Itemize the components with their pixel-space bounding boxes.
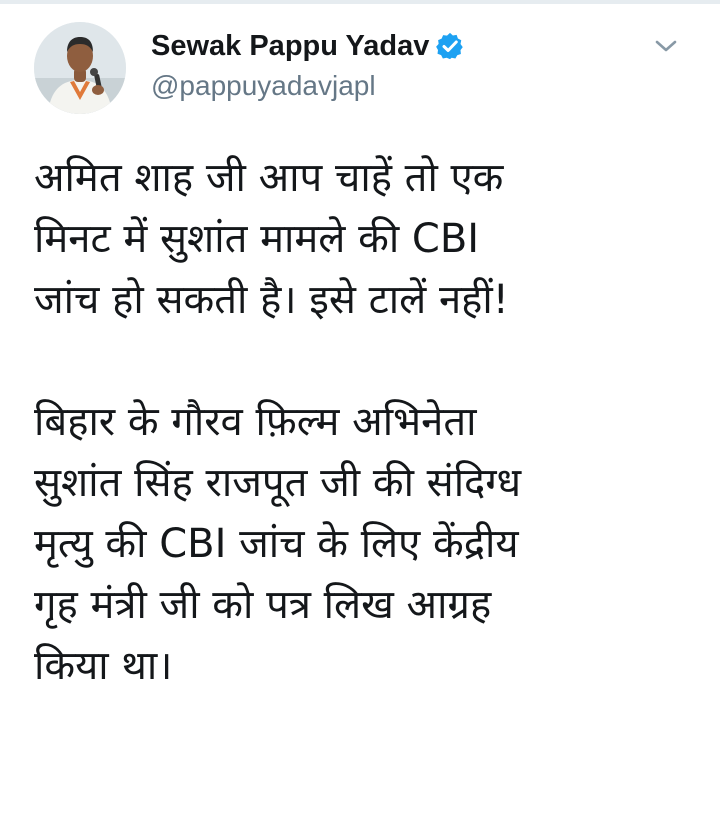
display-name-row: Sewak Pappu Yadav: [151, 26, 465, 66]
display-name[interactable]: Sewak Pappu Yadav: [151, 30, 429, 63]
user-info: Sewak Pappu Yadav @pappuyadavjapl: [151, 26, 465, 102]
avatar[interactable]: [34, 22, 126, 114]
tweet-paragraph: बिहार के गौरव फ़िल्म अभिनेता सुशांत सिंह…: [34, 399, 522, 689]
user-handle[interactable]: @pappuyadavjapl: [151, 70, 465, 102]
verified-badge-icon: [435, 31, 465, 61]
tweet-header: Sewak Pappu Yadav @pappuyadavjapl: [34, 22, 694, 122]
avatar-photo: [34, 22, 126, 114]
chevron-down-icon[interactable]: [650, 30, 682, 62]
tweet-text: अमित शाह जी आप चाहें तो एक मिनट में सुशा…: [34, 148, 684, 697]
top-divider: [0, 0, 720, 4]
tweet-paragraph: अमित शाह जी आप चाहें तो एक मिनट में सुशा…: [34, 155, 509, 323]
